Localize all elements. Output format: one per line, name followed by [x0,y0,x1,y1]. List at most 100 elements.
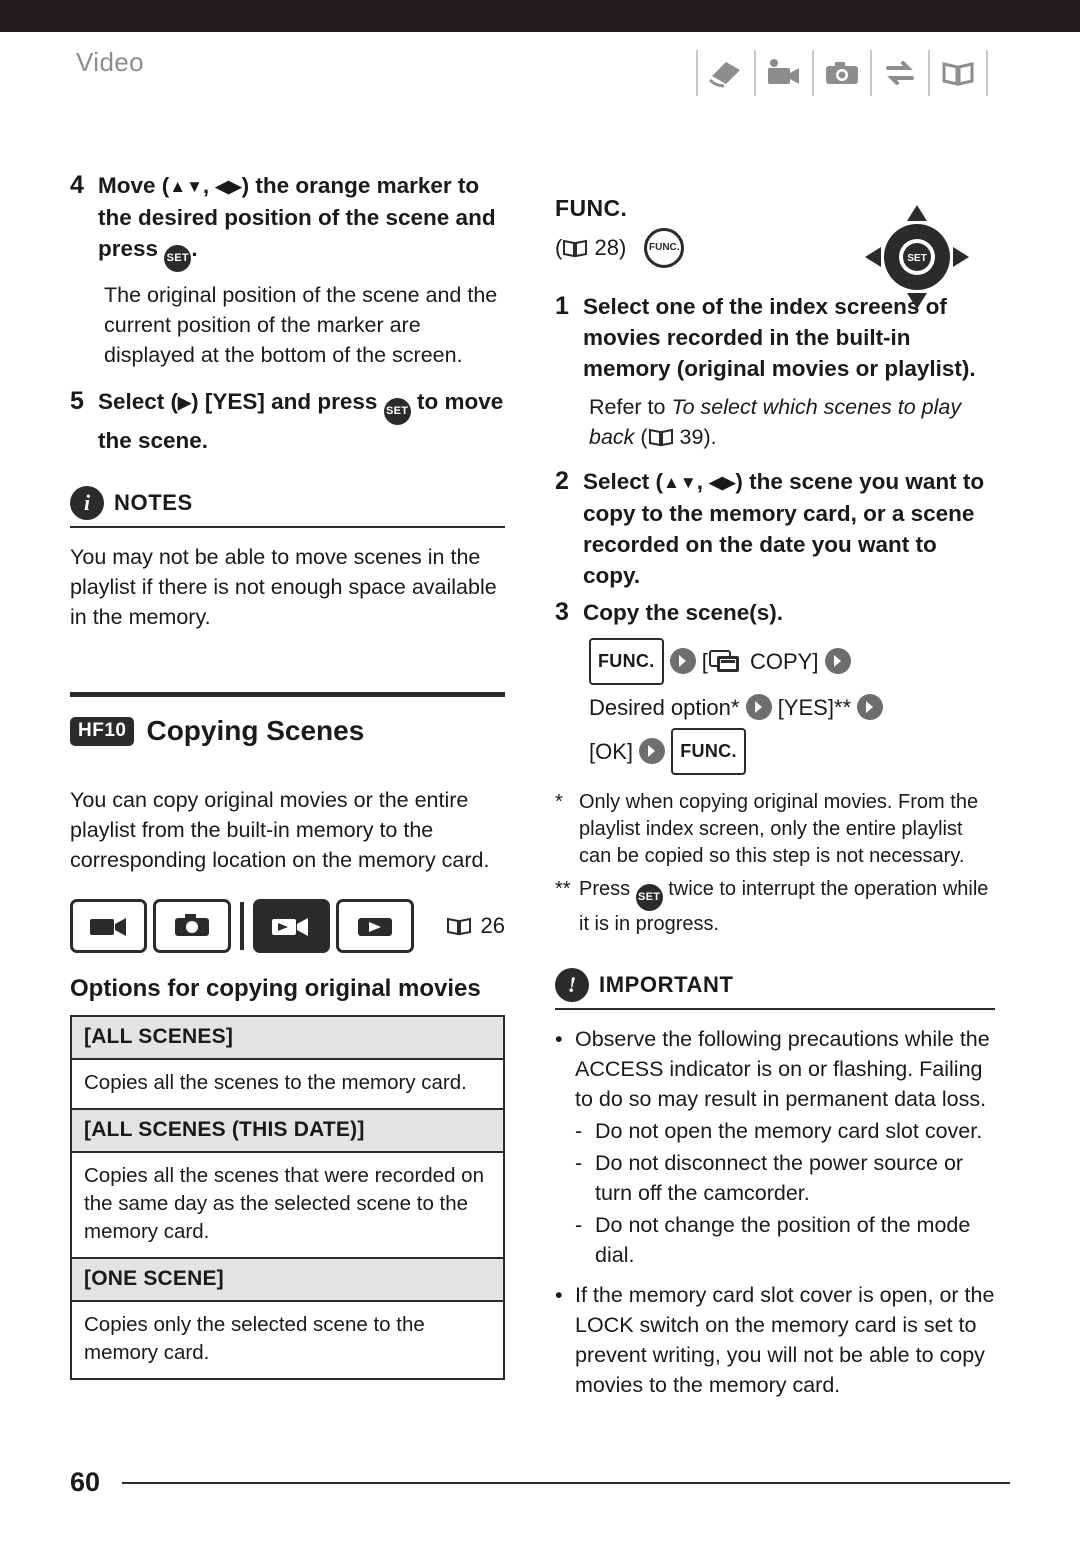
dash-icon: - [575,1213,583,1237]
up-down-arrows-icon: ▲▼ [169,177,203,196]
exclamation-icon: ! [555,968,589,1002]
manual-page: Video 4 Move (▲▼, ◀▶) the orange marker … [0,0,1080,1560]
page-number: 60 [70,1467,101,1497]
step-4-body: The original position of the scene and t… [104,283,498,367]
important-bullet-1-text: Observe the following precautions while … [575,1027,990,1111]
important-dash-2: - Do not disconnect the power source or … [575,1148,995,1208]
important-divider [555,1008,995,1010]
footnote-2-text: Press SET twice to interrupt the operati… [579,876,995,938]
step-3-text: Copy the scene(s). [583,600,784,625]
important-dash-1-text: Do not open the memory card slot cover. [595,1119,983,1143]
photo-record-mode-icon [153,899,231,953]
step-1-body: Refer to To select which scenes to play … [589,395,962,449]
notes-heading: i NOTES [70,486,505,520]
important-dash-1: - Do not open the memory card slot cover… [575,1116,995,1146]
option-description: Copies all the scenes that were recorded… [72,1153,503,1259]
options-subheading: Options for copying original movies [70,975,481,1002]
sequence-arrow-icon [745,694,772,720]
section-divider [70,692,505,697]
mode-icon-strip: 26 [70,899,505,953]
step-1-body-suffix: ). [703,425,717,449]
step-2: 2 Select (▲▼, ◀▶) the scene you want to … [555,466,995,591]
important-heading: ! IMPORTANT [555,968,995,1002]
movie-play-mode-icon [252,899,331,953]
top-black-bar [0,0,1080,32]
copy-icon [708,647,744,688]
footnote-2-before: Press [579,878,631,900]
hf10-model-badge: HF10 [70,716,135,746]
yes-label: [YES]** [777,695,852,720]
step-5-text-before: Select ( [98,389,179,414]
book-reference-icon [446,917,471,936]
important-bullet-2: • If the memory card slot cover is open,… [555,1280,995,1400]
option-name: [ALL SCENES (THIS DATE)] [72,1110,503,1153]
step-2-text: Select (▲▼, ◀▶) the scene you want to co… [583,466,995,591]
step-2-text-mid: , [696,469,710,494]
step-1-body-page: 39 [679,425,704,449]
left-right-arrows-icon: ◀▶ [709,473,736,492]
step-3-number: 3 [555,598,569,626]
step-5-number: 5 [70,387,84,415]
movie-record-mode-icon [70,899,148,953]
bullet-icon: • [555,1027,563,1051]
section-page-number: 26 [480,913,506,938]
step-4-number: 4 [70,171,84,199]
info-icon: i [70,486,104,520]
func-button-icon: FUNC. [644,228,685,268]
step-4-trailing: . [191,236,198,261]
footnote-2-mark: ** [555,878,571,900]
bullet-icon: • [555,1283,563,1307]
svg-text:SET: SET [907,253,926,264]
right-arrow-icon: ▶ [178,393,192,412]
important-bullet-1: • Observe the following precautions whil… [555,1024,995,1114]
page-title: Video [76,47,145,77]
book-reference-icon [648,428,673,447]
page-header: Video [0,32,1080,108]
notes-body: You may not be able to move scenes in th… [70,545,497,629]
copy-label: COPY [750,649,813,674]
footnote-1: * Only when copying original movies. Fro… [555,789,995,870]
left-column: 4 Move (▲▼, ◀▶) the orange marker to the… [70,170,505,1380]
set-button-icon: SET [164,245,192,272]
step-1-body-prefix: Refer to [589,395,672,419]
step-5-text: Select (▶) [YES] and press SET to move t… [98,386,505,456]
left-right-arrows-icon: ◀▶ [215,177,242,196]
footer-rule [122,1481,1010,1484]
step-2-number: 2 [555,467,569,495]
sequence-arrow-icon [639,738,666,764]
right-column: FUNC. ( 28) FUNC. SET 1 Select one of th… [555,195,995,1400]
ok-label: [OK] [589,739,634,764]
option-description: Copies only the selected scene to the me… [84,1313,425,1364]
option-name: [ONE SCENE] [72,1259,503,1302]
sequence-arrow-icon [824,648,851,674]
set-button-icon: SET [635,884,663,911]
section-page-reference: 26 [446,913,505,939]
book-reference-icon [563,239,588,258]
camcorder-icon [756,50,814,96]
menu-sequence: FUNC. [ COPY] Desired option* [YES]** [O… [589,638,995,775]
func-page-number: 28 [594,235,619,260]
dash-icon: - [575,1151,583,1175]
sequence-arrow-icon [669,648,696,674]
notes-divider [70,526,505,528]
options-table: [ALL SCENES] Copies all the scenes to th… [70,1015,505,1380]
dash-icon: - [575,1119,583,1143]
section-title: Copying Scenes [146,715,365,746]
set-button-icon: SET [383,398,411,425]
important-label: IMPORTANT [599,972,734,997]
option-description: Copies all the scenes to the memory card… [72,1060,503,1110]
header-icon-strip [696,50,988,96]
func-menu-button[interactable]: FUNC. [589,638,664,685]
step-4-text-mid: , [202,173,216,198]
step-4-text: Move (▲▼, ◀▶) the orange marker to the d… [98,170,505,272]
step-5-text-mid: ) [YES] and press [191,389,378,414]
step-2-text-before: Select ( [583,469,664,494]
sequence-arrow-icon [857,694,884,720]
footnote-1-text: Only when copying original movies. From … [579,791,979,867]
important-dash-3-text: Do not change the position of the mode d… [595,1213,971,1267]
book-icon [930,50,988,96]
func-menu-button[interactable]: FUNC. [671,728,746,775]
section-intro: You can copy original movies or the enti… [70,788,490,872]
important-dash-3: - Do not change the position of the mode… [575,1210,995,1270]
func-page-reference: ( 28) [555,235,627,260]
